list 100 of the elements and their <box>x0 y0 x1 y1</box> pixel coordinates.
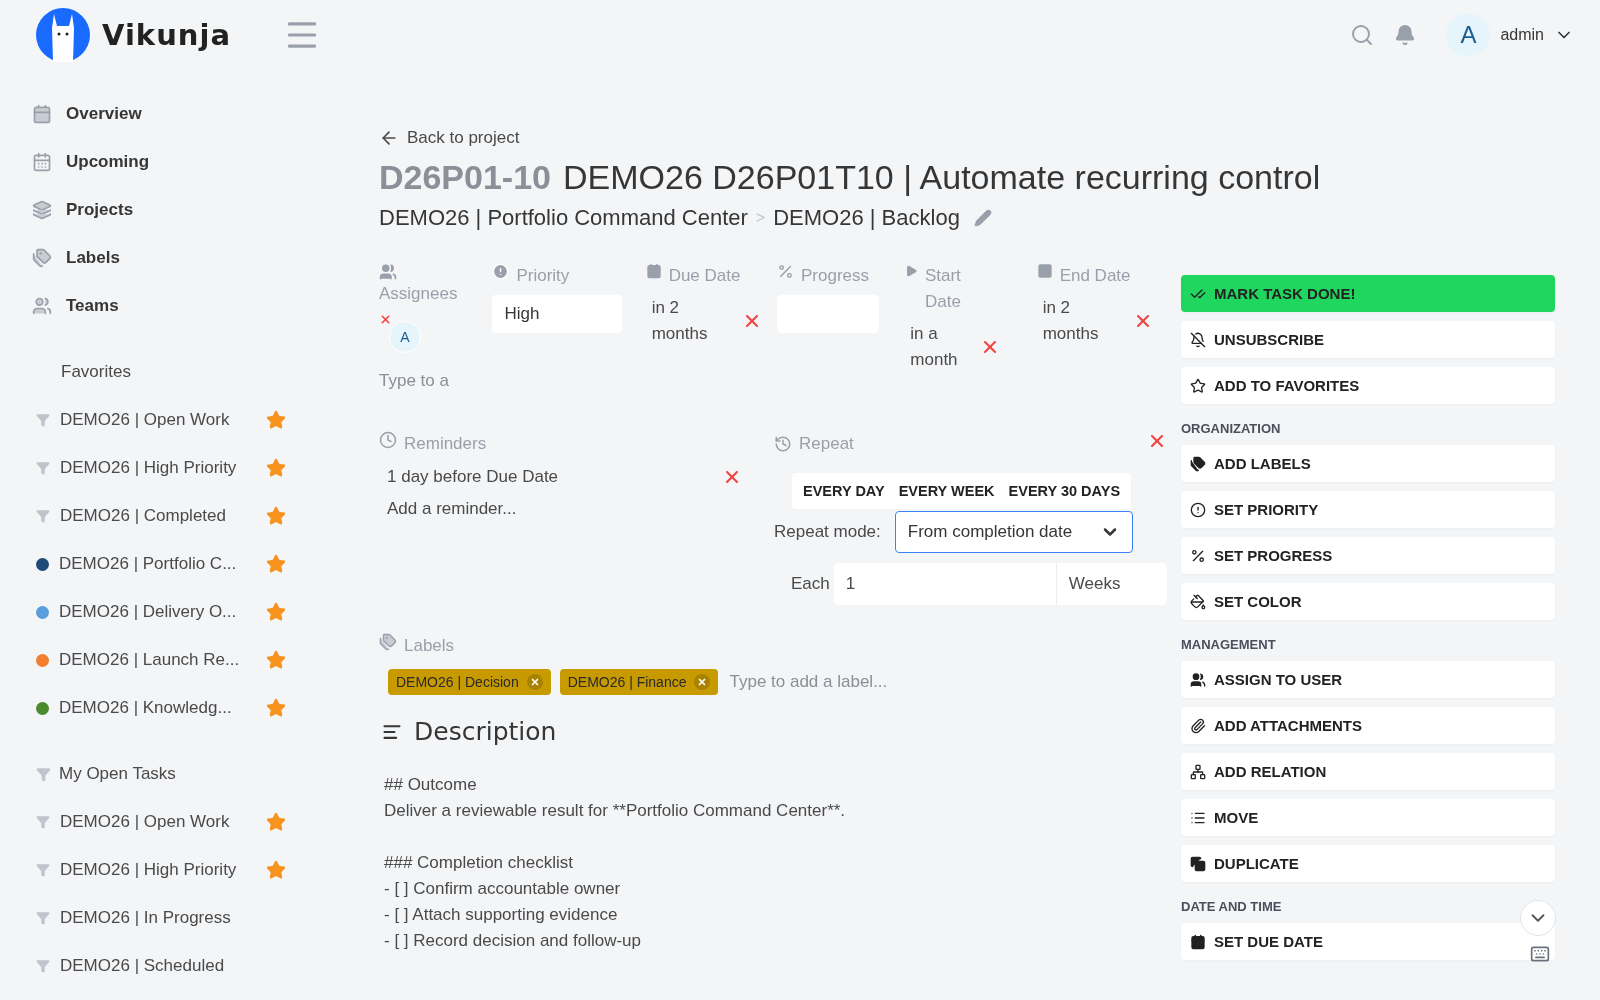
assignee-input[interactable]: Type to a <box>379 371 459 391</box>
back-link[interactable]: Back to project <box>379 128 1154 148</box>
description-line: - [ ] Attach supporting evidence <box>384 904 619 926</box>
interval-field[interactable]: 1 Weeks <box>833 563 1167 605</box>
preset-button[interactable]: EVERY DAY <box>796 473 892 509</box>
project-item[interactable]: DEMO26 | Knowledg... <box>32 684 286 732</box>
section-title: My Open Tasks <box>59 764 176 784</box>
assignee-avatar[interactable]: A <box>389 321 421 353</box>
repeat-mode-select[interactable]: From completion date <box>894 511 1133 553</box>
bell-off-icon <box>1190 331 1206 348</box>
llama-logo-icon <box>36 8 90 62</box>
pencil-icon[interactable] <box>973 209 992 227</box>
action-button[interactable]: MOVE <box>1181 799 1555 836</box>
label-tag[interactable]: DEMO26 | Decision <box>388 669 551 695</box>
action-button[interactable]: DUPLICATE <box>1181 845 1555 882</box>
star-icon[interactable] <box>266 602 286 622</box>
users-icon <box>1190 671 1206 688</box>
field-label: End Date <box>1059 265 1131 287</box>
close-icon <box>697 677 708 687</box>
description-line: ## Outcome <box>384 774 478 796</box>
action-button[interactable]: UNSUBSCRIBE <box>1181 321 1555 358</box>
percent-icon <box>776 263 794 280</box>
calendar-icon <box>645 263 662 279</box>
user-menu-button[interactable]: A admin <box>1440 12 1580 58</box>
priority-select[interactable]: High <box>492 295 623 333</box>
percent-icon <box>1190 547 1206 564</box>
star-icon[interactable] <box>266 506 286 526</box>
project-item[interactable]: DEMO26 | Open Work <box>32 396 286 444</box>
action-button[interactable]: ADD RELATION <box>1181 753 1555 790</box>
date-value[interactable]: in 2 months <box>1042 295 1123 347</box>
action-button[interactable]: MARK TASK DONE! <box>1181 275 1555 312</box>
nav-item[interactable]: Upcoming <box>32 138 347 186</box>
action-button[interactable]: ADD LABELS <box>1181 445 1555 482</box>
project-item[interactable]: DEMO26 | Launch Re... <box>32 636 286 684</box>
date-value[interactable]: in a month <box>910 321 971 373</box>
paperclip-icon <box>1190 717 1206 734</box>
preset-button[interactable]: EVERY WEEK <box>891 473 1002 509</box>
notifications-button[interactable] <box>1394 24 1417 46</box>
action-button[interactable]: SET PROGRESS <box>1181 537 1555 574</box>
section-heading: MANAGEMENT <box>1181 637 1277 652</box>
preset-button[interactable]: EVERY 30 DAYS <box>1001 473 1128 509</box>
date-value[interactable]: in 2 months <box>651 295 732 347</box>
project-item[interactable]: DEMO26 | Scheduled <box>32 942 286 990</box>
exclamation-icon <box>1190 501 1206 518</box>
star-icon[interactable] <box>266 410 286 430</box>
project-item[interactable]: DEMO26 | Delivery O... <box>32 588 286 636</box>
field-label: Start Date <box>924 265 962 313</box>
calendar-icon <box>32 104 52 124</box>
remove-button[interactable] <box>694 674 711 690</box>
project-item[interactable]: DEMO26 | Completed <box>32 492 286 540</box>
project-item[interactable]: DEMO26 | High Priority <box>32 846 286 894</box>
close-icon <box>529 677 540 687</box>
action-button[interactable]: SET PRIORITY <box>1181 491 1555 528</box>
scroll-down-button[interactable] <box>1520 900 1556 936</box>
task-identifier: D26P01-10 <box>379 158 551 197</box>
keyboard-icon[interactable] <box>1530 944 1550 964</box>
calendar-icon <box>32 152 52 172</box>
star-icon[interactable] <box>266 860 286 880</box>
nav-item[interactable]: Overview <box>32 90 347 138</box>
action-button[interactable]: SET DUE DATE <box>1181 923 1555 960</box>
action-button[interactable]: ASSIGN TO USER <box>1181 661 1555 698</box>
breadcrumb-link[interactable]: DEMO26 | Backlog <box>773 205 960 231</box>
star-icon[interactable] <box>266 650 286 670</box>
hierarchy-icon <box>1190 763 1206 780</box>
tags-icon <box>379 633 397 651</box>
filter-icon <box>36 959 50 973</box>
project-item[interactable]: DEMO26 | Portfolio C... <box>32 540 286 588</box>
label-input[interactable]: Type to add a label... <box>727 671 952 693</box>
reminder-text[interactable]: 1 day before Due Date <box>387 467 559 487</box>
star-icon[interactable] <box>266 812 286 832</box>
users-icon <box>32 296 52 316</box>
action-button[interactable]: ADD ATTACHMENTS <box>1181 707 1555 744</box>
description-line: ### Completion checklist <box>384 852 574 874</box>
star-icon[interactable] <box>266 458 286 478</box>
task-title[interactable]: DEMO26 D26P01T10 | Automate recurring control <box>563 158 1321 197</box>
tags-icon <box>1190 455 1206 472</box>
filter-icon <box>36 815 50 829</box>
star-icon[interactable] <box>266 698 286 718</box>
action-button[interactable]: SET COLOR <box>1181 583 1555 620</box>
nav-item[interactable]: Projects <box>32 186 347 234</box>
remove-button[interactable] <box>379 313 392 326</box>
project-item[interactable]: DEMO26 | In Progress <box>32 894 286 942</box>
filter-icon <box>36 461 50 475</box>
tags-icon <box>32 248 52 268</box>
label-tag[interactable]: DEMO26 | Finance <box>559 669 719 695</box>
remove-button[interactable] <box>526 674 543 690</box>
star-icon[interactable] <box>266 554 286 574</box>
calendar-icon <box>1190 933 1206 950</box>
nav-item[interactable]: Teams <box>32 282 347 330</box>
nav-item[interactable]: Labels <box>32 234 347 282</box>
action-button[interactable]: ADD TO FAVORITES <box>1181 367 1555 404</box>
project-item[interactable]: DEMO26 | Open Work <box>32 798 286 846</box>
breadcrumb-link[interactable]: DEMO26 | Portfolio Command Center <box>379 205 748 231</box>
field-label: Reminders <box>404 433 487 455</box>
search-button[interactable] <box>1350 23 1375 47</box>
project-item[interactable]: DEMO26 | High Priority <box>32 444 286 492</box>
description-line: - [ ] Confirm accountable owner <box>384 878 622 900</box>
copy-icon <box>1190 855 1206 872</box>
square-icon <box>1036 263 1053 279</box>
add-reminder-link[interactable]: Add a reminder... <box>379 487 750 531</box>
